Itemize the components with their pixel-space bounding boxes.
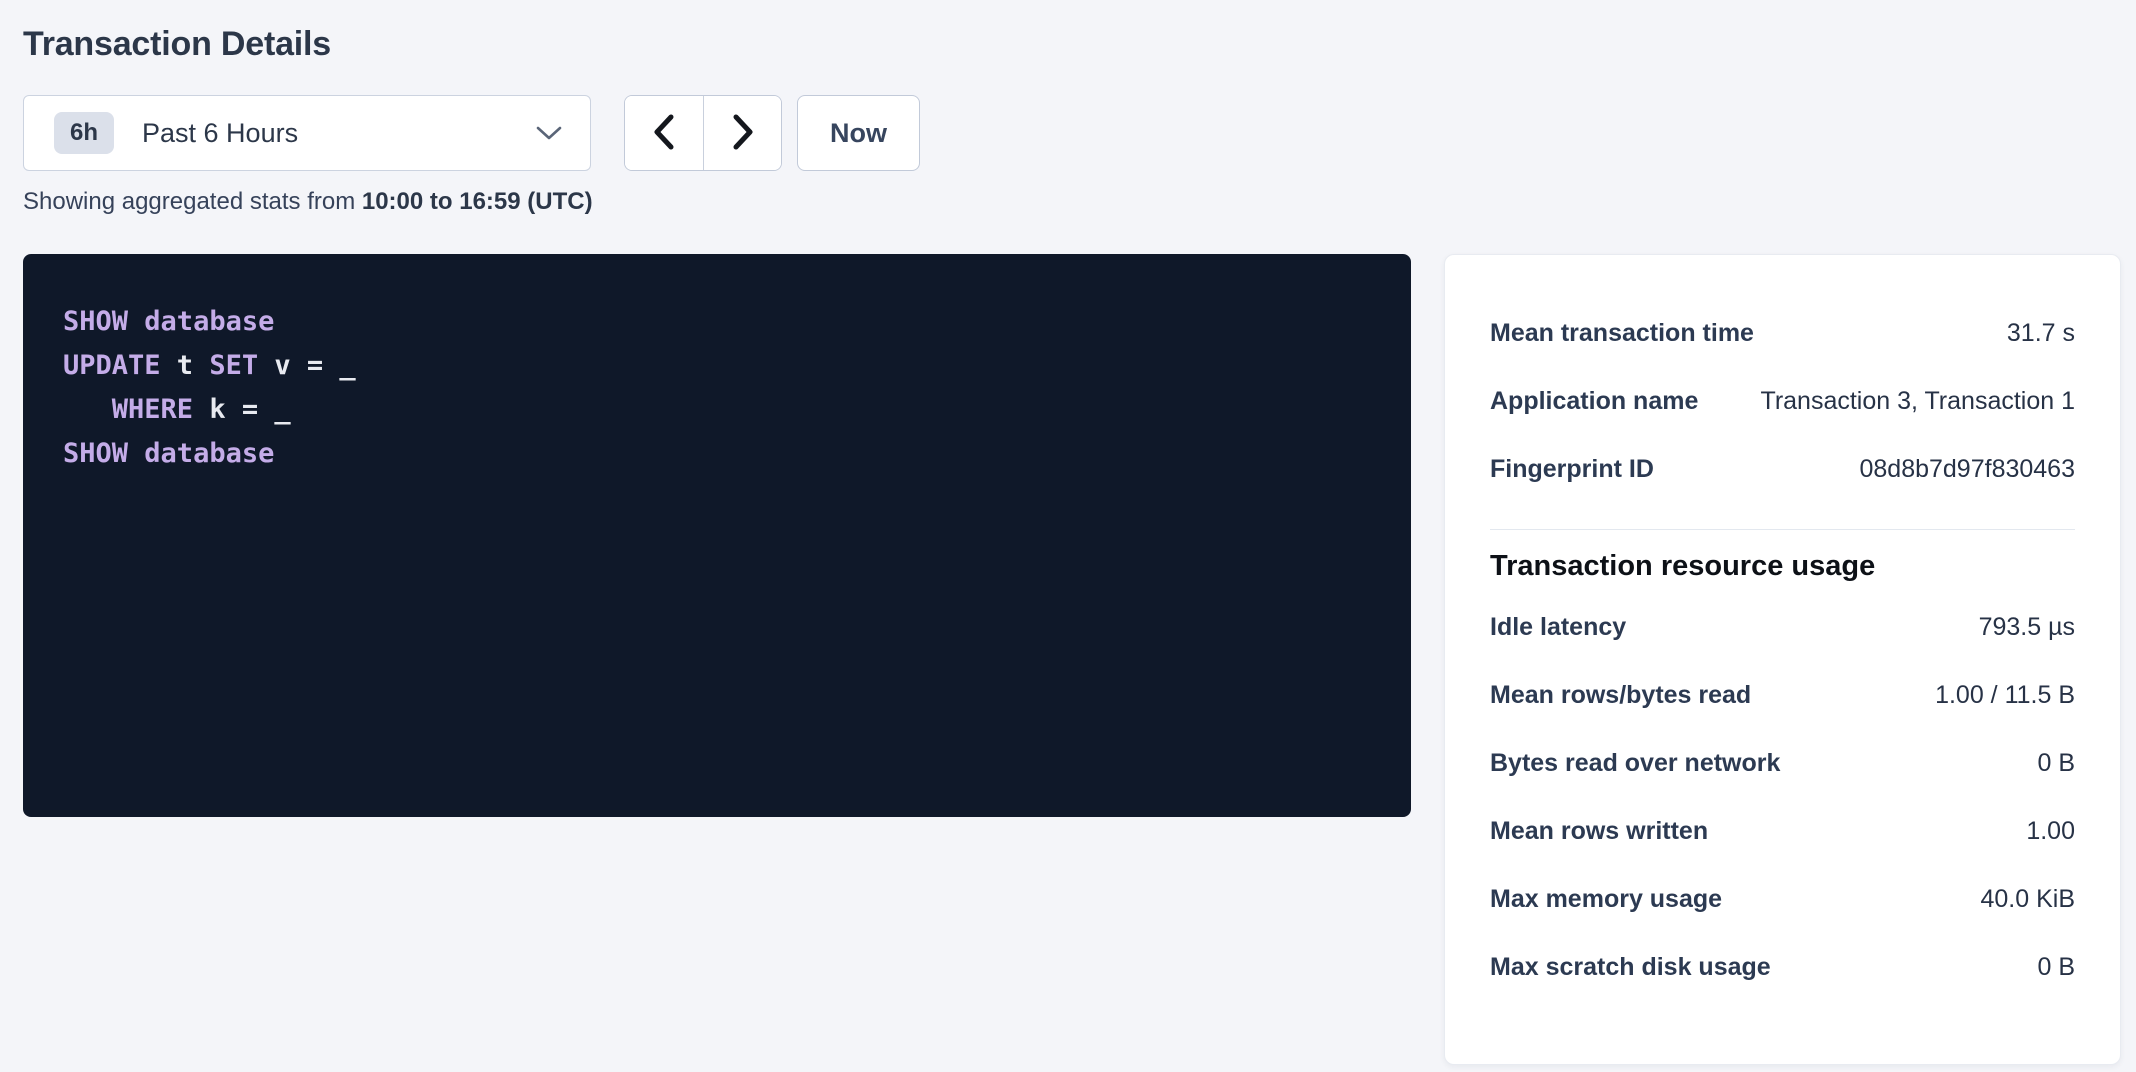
sql-token: SET <box>209 350 258 381</box>
resource-usage-heading: Transaction resource usage <box>1490 550 2075 583</box>
caption-time-range: 10:00 to 16:59 (UTC) <box>362 188 593 215</box>
stat-value: 08d8b7d97f830463 <box>1859 453 2075 485</box>
stat-label: Bytes read over network <box>1490 747 1800 779</box>
now-button[interactable]: Now <box>797 95 920 171</box>
sql-token: database <box>144 438 274 469</box>
time-range-badge: 6h <box>54 112 114 154</box>
stat-value: 40.0 KiB <box>1980 883 2075 915</box>
sql-token: SHOW <box>63 306 128 337</box>
card-divider <box>1490 529 2075 530</box>
stat-label: Fingerprint ID <box>1490 453 1674 485</box>
sql-line: SHOW database <box>63 300 1371 344</box>
caption-prefix: Showing aggregated stats from <box>23 188 362 215</box>
stat-label: Mean rows/bytes read <box>1490 679 1771 711</box>
summary-stats-list: Mean transaction time 31.7 s Application n… <box>1490 299 2075 503</box>
sql-token <box>128 306 144 337</box>
previous-range-button[interactable] <box>625 96 703 170</box>
time-range-dropdown[interactable]: 6h Past 6 Hours <box>23 95 591 171</box>
stat-row: Mean transaction time 31.7 s <box>1490 299 2075 367</box>
sql-token: t <box>161 350 210 381</box>
chevron-right-icon <box>731 113 755 154</box>
page-title: Transaction Details <box>23 25 2121 64</box>
time-pager <box>624 95 782 171</box>
stat-label: Mean rows written <box>1490 815 1728 847</box>
resource-stats-list: Idle latency 793.5 µs Mean rows/bytes read… <box>1490 593 2075 1001</box>
sql-line: UPDATE t SET v = _ <box>63 344 1371 388</box>
stat-row: Application name Transaction 3, Transacti… <box>1490 367 2075 435</box>
sql-token: database <box>144 306 274 337</box>
sql-token: UPDATE <box>63 350 161 381</box>
sql-line: SHOW database <box>63 432 1371 476</box>
sql-token: k = _ <box>193 394 291 425</box>
sql-token <box>63 394 112 425</box>
stat-value: 793.5 µs <box>1979 611 2075 643</box>
aggregated-stats-caption: Showing aggregated stats from 10:00 to 1… <box>23 188 2121 216</box>
sql-token <box>128 438 144 469</box>
time-toolbar: 6h Past 6 Hours Now <box>23 95 2121 171</box>
sql-line: WHERE k = _ <box>63 388 1371 432</box>
stat-row: Fingerprint ID 08d8b7d97f830463 <box>1490 435 2075 503</box>
transaction-stats-card: Mean transaction time 31.7 s Application n… <box>1444 254 2121 1065</box>
sql-statement-panel: SHOW databaseUPDATE t SET v = _ WHERE k … <box>23 254 1411 817</box>
stat-row: Mean rows written 1.00 <box>1490 797 2075 865</box>
stat-value: 1.00 <box>2026 815 2075 847</box>
stat-row: Mean rows/bytes read 1.00 / 11.5 B <box>1490 661 2075 729</box>
stat-label: Idle latency <box>1490 611 1646 643</box>
stat-label: Max scratch disk usage <box>1490 951 1791 983</box>
stat-row: Max scratch disk usage 0 B <box>1490 933 2075 1001</box>
stat-label: Mean transaction time <box>1490 317 1774 349</box>
stat-label: Application name <box>1490 385 1718 417</box>
chevron-down-icon <box>536 125 562 141</box>
stat-row: Idle latency 793.5 µs <box>1490 593 2075 661</box>
stat-value: Transaction 3, Transaction 1 <box>1760 385 2075 417</box>
stat-row: Bytes read over network 0 B <box>1490 729 2075 797</box>
time-range-label: Past 6 Hours <box>142 118 536 149</box>
main-content: SHOW databaseUPDATE t SET v = _ WHERE k … <box>23 254 2121 1065</box>
sql-token: v = _ <box>258 350 356 381</box>
chevron-left-icon <box>652 113 676 154</box>
next-range-button[interactable] <box>703 96 781 170</box>
stat-value: 0 B <box>2037 951 2075 983</box>
stat-row: Max memory usage 40.0 KiB <box>1490 865 2075 933</box>
sql-token: WHERE <box>112 394 193 425</box>
stat-value: 0 B <box>2037 747 2075 779</box>
stat-label: Max memory usage <box>1490 883 1742 915</box>
stat-value: 31.7 s <box>2007 317 2075 349</box>
sql-token: SHOW <box>63 438 128 469</box>
stat-value: 1.00 / 11.5 B <box>1935 679 2075 711</box>
